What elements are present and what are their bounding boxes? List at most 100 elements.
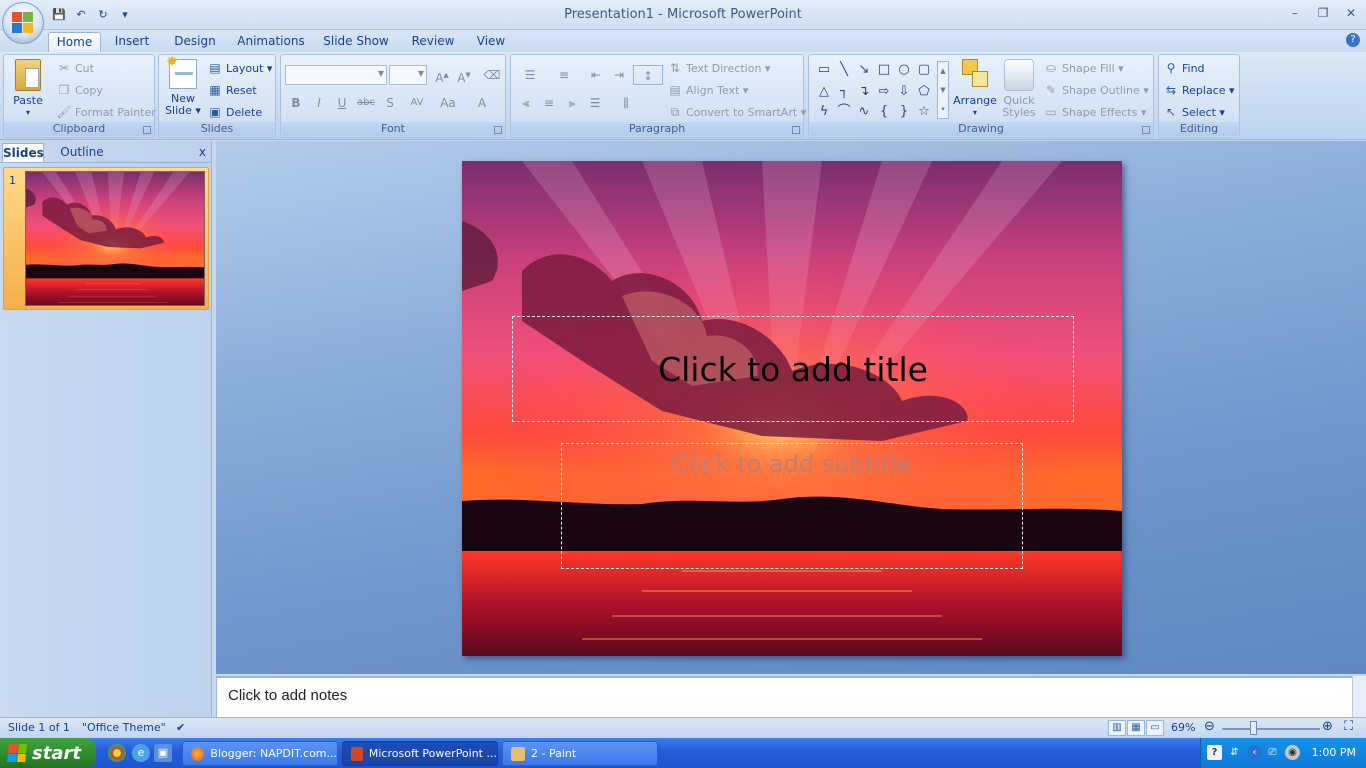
bold-button[interactable]: B <box>285 93 307 113</box>
shape-fill-button[interactable]: ⛀ Shape Fill ▾ <box>1043 58 1124 78</box>
normal-view-icon[interactable]: ▥ <box>1108 720 1126 736</box>
font-name-combo[interactable]: ▼ <box>285 65 387 85</box>
taskbar-item-paint[interactable]: 2 - Paint <box>502 741 658 766</box>
align-center-icon[interactable]: ≡ <box>538 93 560 113</box>
font-launcher-icon[interactable] <box>494 126 502 134</box>
italic-button[interactable]: I <box>308 93 330 113</box>
close-button[interactable]: ✕ <box>1340 4 1362 22</box>
gallery-scroll-icon[interactable]: ▲ ▼ ▾ <box>937 61 949 119</box>
numbering-icon[interactable]: ≡ <box>549 65 579 85</box>
paragraph-launcher-icon[interactable] <box>792 126 800 134</box>
find-button[interactable]: ⚲ Find <box>1163 58 1205 78</box>
font-color-button[interactable]: A <box>469 93 495 113</box>
change-case-button[interactable]: Aa <box>435 93 461 113</box>
clipboard-launcher-icon[interactable] <box>143 126 151 134</box>
justify-icon[interactable]: ☰ <box>584 93 606 113</box>
zoom-slider[interactable] <box>1222 728 1320 730</box>
pane-close-icon[interactable]: x <box>199 145 206 159</box>
bullets-icon[interactable]: ☰ <box>515 65 545 85</box>
chevron-left-icon[interactable]: ‹ <box>1247 745 1262 760</box>
notes-pane[interactable]: Click to add notes <box>216 676 1352 717</box>
quick-styles-button[interactable]: Quick Styles ▾ <box>999 59 1039 131</box>
delete-button[interactable]: ▣ Delete <box>207 102 262 122</box>
new-slide-button[interactable]: ✸ New Slide ▾ <box>163 55 203 117</box>
restore-button[interactable]: ❐ <box>1312 4 1334 22</box>
copy-button[interactable]: ❐ Copy <box>56 80 103 100</box>
tab-insert[interactable]: Insert <box>110 32 154 52</box>
subtitle-placeholder[interactable]: Click to add subtitle <box>561 443 1023 569</box>
network-tray-icon[interactable]: ⇵ <box>1227 745 1242 760</box>
replace-button[interactable]: ⇆ Replace ▾ <box>1163 80 1235 100</box>
ie-icon[interactable]: e <box>132 744 150 762</box>
underline-button[interactable]: U <box>331 93 353 113</box>
shape-outline-button[interactable]: ✎ Shape Outline ▾ <box>1043 80 1149 100</box>
decrease-indent-icon[interactable]: ⇤ <box>585 65 607 85</box>
slide-canvas[interactable]: Click to add title Click to add subtitle <box>462 161 1122 656</box>
zoom-out-icon[interactable]: ⊖ <box>1204 719 1215 734</box>
zoom-slider-thumb[interactable] <box>1250 721 1257 735</box>
elbow-connector-icon[interactable]: ┐ <box>835 83 853 101</box>
triangle-shape-icon[interactable]: △ <box>815 83 833 101</box>
format-painter-button[interactable]: 🖌 Format Painter <box>56 102 155 122</box>
spell-check-icon[interactable]: ✔ <box>176 721 185 734</box>
align-left-icon[interactable]: ⫷ <box>515 93 537 113</box>
right-brace-shape-icon[interactable]: } <box>895 103 913 121</box>
tab-design[interactable]: Design <box>170 32 220 52</box>
chrome-icon[interactable] <box>108 744 126 762</box>
right-arrow-shape-icon[interactable]: ⇨ <box>875 83 893 101</box>
help-icon[interactable]: ? <box>1346 33 1360 47</box>
align-right-icon[interactable]: ⫸ <box>561 93 583 113</box>
help-tray-icon[interactable]: ? <box>1207 745 1222 760</box>
theme-status[interactable]: "Office Theme" <box>82 721 166 734</box>
text-box-shape-icon[interactable]: ▭ <box>815 61 833 79</box>
align-text-button[interactable]: ▤ Align Text ▾ <box>667 80 748 100</box>
office-button[interactable] <box>2 2 44 44</box>
fit-to-window-icon[interactable]: ⛶ <box>1344 719 1353 734</box>
down-arrow-shape-icon[interactable]: ⇩ <box>895 83 913 101</box>
char-spacing-button[interactable]: AV <box>403 93 431 113</box>
notes-scrollbar[interactable] <box>1352 676 1366 717</box>
monitor-tray-icon[interactable]: ⎚ <box>1265 745 1280 760</box>
arrow-line-shape-icon[interactable]: ↘ <box>855 61 873 79</box>
elbow-arrow-icon[interactable]: ↴ <box>855 83 873 101</box>
strikethrough-button[interactable]: abc <box>355 93 377 113</box>
convert-smartart-button[interactable]: ⧉ Convert to SmartArt ▾ <box>667 102 806 122</box>
clear-formatting-icon[interactable]: ⌫ <box>481 65 503 85</box>
tab-outline[interactable]: Outline <box>56 143 108 162</box>
increase-indent-icon[interactable]: ⇥ <box>608 65 630 85</box>
title-placeholder[interactable]: Click to add title <box>512 316 1074 422</box>
rectangle-shape-icon[interactable]: □ <box>875 61 893 79</box>
drawing-launcher-icon[interactable] <box>1142 126 1150 134</box>
shadow-button[interactable]: S <box>379 93 401 113</box>
freeform-shape-icon[interactable]: ϟ <box>815 103 833 121</box>
layout-button[interactable]: ▤ Layout ▾ <box>207 58 272 78</box>
tab-home[interactable]: Home <box>48 32 101 52</box>
star-shape-icon[interactable]: ☆ <box>915 103 933 121</box>
pentagon-shape-icon[interactable]: ⬠ <box>915 83 933 101</box>
taskbar-item-powerpoint[interactable]: Microsoft PowerPoint ... <box>342 741 498 766</box>
tab-slide-show[interactable]: Slide Show <box>322 32 390 52</box>
shape-effects-button[interactable]: ▭ Shape Effects ▾ <box>1043 102 1146 122</box>
line-spacing-icon[interactable]: ↕ <box>633 65 663 85</box>
tab-animations[interactable]: Animations <box>236 32 306 52</box>
arc-shape-icon[interactable]: ⌒ <box>835 103 853 121</box>
tab-view[interactable]: View <box>472 32 510 52</box>
slide-thumbnail-item[interactable]: 1 <box>3 167 209 310</box>
zoom-in-icon[interactable]: ⊕ <box>1322 719 1333 734</box>
select-button[interactable]: ↖ Select ▾ <box>1163 102 1225 122</box>
curve-shape-icon[interactable]: ∿ <box>855 103 873 121</box>
slide-show-icon[interactable]: ▭ <box>1146 720 1164 736</box>
left-brace-shape-icon[interactable]: { <box>875 103 893 121</box>
grow-font-icon[interactable]: A▲ <box>431 65 453 85</box>
cut-button[interactable]: ✂ Cut <box>56 58 94 78</box>
shrink-font-icon[interactable]: A▼ <box>453 65 475 85</box>
line-shape-icon[interactable]: ╲ <box>835 61 853 79</box>
minimize-button[interactable]: – <box>1284 4 1306 22</box>
text-direction-button[interactable]: ⇅ Text Direction ▾ <box>667 58 771 78</box>
start-button[interactable]: start <box>0 738 96 768</box>
show-desktop-icon[interactable]: ▣ <box>154 744 172 762</box>
tab-review[interactable]: Review <box>408 32 458 52</box>
rounded-rect-shape-icon[interactable]: ▢ <box>915 61 933 79</box>
oval-shape-icon[interactable]: ○ <box>895 61 913 79</box>
reset-button[interactable]: ▦ Reset <box>207 80 256 100</box>
